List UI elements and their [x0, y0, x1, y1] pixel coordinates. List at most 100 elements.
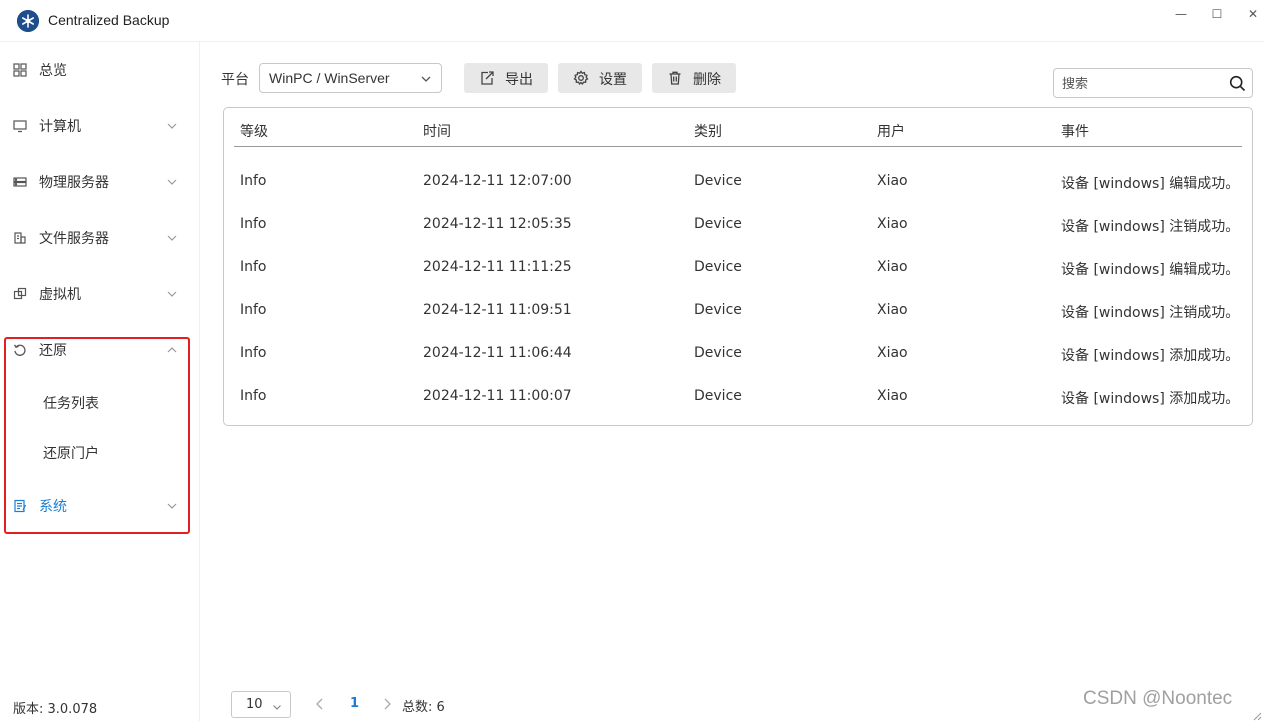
page-size-value: 10	[246, 697, 263, 712]
cell-category: Device	[694, 259, 742, 275]
cell-event: 设备 [windows] 注销成功。	[1061, 305, 1240, 321]
chevron-down-icon	[166, 500, 178, 512]
sidebar-item-label: 总览	[39, 63, 67, 79]
cell-event: 设备 [windows] 编辑成功。	[1061, 176, 1240, 192]
sidebar-item-label: 还原	[39, 343, 67, 359]
title-bar: Centralized Backup — ☐ ✕	[0, 0, 1264, 42]
table-row[interactable]: Info 2024-12-11 12:05:35 Device Xiao 设备 …	[224, 216, 1252, 259]
export-button[interactable]: 导出	[464, 63, 548, 93]
column-header-level[interactable]: 等级	[240, 121, 268, 141]
column-header-time[interactable]: 时间	[423, 121, 451, 141]
gear-icon	[573, 70, 589, 86]
cell-category: Device	[694, 302, 742, 318]
chevron-up-icon	[166, 344, 178, 356]
table-row[interactable]: Info 2024-12-11 11:00:07 Device Xiao 设备 …	[224, 388, 1252, 431]
table-row[interactable]: Info 2024-12-11 12:07:00 Device Xiao 设备 …	[224, 173, 1252, 216]
resize-grip-icon[interactable]	[1252, 709, 1262, 721]
version-label: 版本: 3.0.078	[13, 702, 98, 717]
cell-event: 设备 [windows] 添加成功。	[1061, 348, 1240, 364]
sidebar-item-restore[interactable]: 还原	[0, 330, 200, 370]
cell-category: Device	[694, 388, 742, 404]
sidebar-item-physical-server[interactable]: 物理服务器	[0, 162, 200, 202]
dashboard-icon	[13, 63, 27, 77]
column-header-event[interactable]: 事件	[1061, 121, 1089, 141]
search-input[interactable]	[1062, 74, 1222, 94]
platform-select[interactable]: WinPC / WinServer	[259, 63, 442, 93]
cell-user: Xiao	[877, 388, 908, 404]
system-icon	[13, 499, 27, 513]
column-header-category[interactable]: 类别	[694, 121, 722, 141]
cell-category: Device	[694, 345, 742, 361]
chevron-down-icon	[166, 176, 178, 188]
chevron-down-icon	[166, 288, 178, 300]
column-header-user[interactable]: 用户	[877, 121, 905, 141]
cell-user: Xiao	[877, 216, 908, 232]
sidebar-item-label: 文件服务器	[39, 231, 109, 247]
table-row[interactable]: Info 2024-12-11 11:11:25 Device Xiao 设备 …	[224, 259, 1252, 302]
sidebar-subitem-restore-portal[interactable]: 还原门户	[0, 433, 200, 473]
page-size-select[interactable]: 10	[231, 691, 291, 718]
sidebar-item-virtual-machine[interactable]: 虚拟机	[0, 274, 200, 314]
cell-time: 2024-12-11 11:06:44	[423, 345, 572, 361]
prev-page-icon[interactable]	[314, 697, 326, 711]
sidebar-item-label: 计算机	[39, 119, 81, 135]
sidebar-subitem-label: 任务列表	[43, 396, 99, 412]
sidebar-item-label: 虚拟机	[39, 287, 81, 303]
trash-icon	[667, 70, 683, 86]
sidebar-subitem-label: 还原门户	[43, 446, 99, 462]
header-divider	[234, 146, 1242, 147]
cell-user: Xiao	[877, 345, 908, 361]
sidebar-item-overview[interactable]: 总览	[0, 50, 200, 90]
cell-user: Xiao	[877, 173, 908, 189]
cell-event: 设备 [windows] 添加成功。	[1061, 391, 1240, 407]
cell-time: 2024-12-11 11:09:51	[423, 302, 572, 318]
cell-event: 设备 [windows] 注销成功。	[1061, 219, 1240, 235]
platform-select-value: WinPC / WinServer	[269, 70, 390, 86]
cell-time: 2024-12-11 12:05:35	[423, 216, 572, 232]
server-icon	[13, 175, 27, 189]
delete-button-label: 删除	[693, 72, 721, 88]
chevron-down-icon	[420, 73, 432, 85]
app-title: Centralized Backup	[48, 12, 170, 28]
sidebar: 总览 计算机 物理服务器 文件服务器 虚拟机 还原 任务列表 还原门户 系统 版…	[0, 42, 200, 721]
cell-level: Info	[240, 302, 267, 318]
delete-button[interactable]: 删除	[652, 63, 736, 93]
sidebar-subitem-task-list[interactable]: 任务列表	[0, 383, 200, 423]
cell-user: Xiao	[877, 259, 908, 275]
close-button[interactable]: ✕	[1243, 4, 1263, 24]
monitor-icon	[13, 119, 27, 133]
sidebar-item-system[interactable]: 系统	[0, 486, 200, 526]
sidebar-item-computer[interactable]: 计算机	[0, 106, 200, 146]
search-box[interactable]	[1053, 68, 1253, 98]
sidebar-item-label: 系统	[39, 499, 67, 515]
sidebar-item-file-server[interactable]: 文件服务器	[0, 218, 200, 258]
app-logo-icon	[17, 10, 39, 32]
cell-level: Info	[240, 345, 267, 361]
cell-category: Device	[694, 173, 742, 189]
chevron-down-icon	[272, 700, 282, 710]
page-number-current[interactable]: 1	[350, 696, 359, 711]
cell-category: Device	[694, 216, 742, 232]
cell-time: 2024-12-11 12:07:00	[423, 173, 572, 189]
settings-button-label: 设置	[599, 72, 627, 88]
total-count: 总数: 6	[402, 700, 445, 715]
sidebar-item-label: 物理服务器	[39, 175, 109, 191]
cell-level: Info	[240, 216, 267, 232]
cell-level: Info	[240, 259, 267, 275]
cell-event: 设备 [windows] 编辑成功。	[1061, 262, 1240, 278]
table-row[interactable]: Info 2024-12-11 11:09:51 Device Xiao 设备 …	[224, 302, 1252, 345]
next-page-icon[interactable]	[381, 697, 393, 711]
cell-time: 2024-12-11 11:11:25	[423, 259, 572, 275]
virtual-machine-icon	[13, 287, 27, 301]
cell-level: Info	[240, 388, 267, 404]
settings-button[interactable]: 设置	[558, 63, 642, 93]
watermark: CSDN @Noontec	[1083, 688, 1233, 709]
chevron-down-icon	[166, 232, 178, 244]
search-icon[interactable]	[1229, 75, 1246, 92]
maximize-button[interactable]: ☐	[1207, 4, 1227, 24]
restore-icon	[13, 343, 27, 357]
file-server-icon	[13, 231, 27, 245]
table-row[interactable]: Info 2024-12-11 11:06:44 Device Xiao 设备 …	[224, 345, 1252, 388]
minimize-button[interactable]: —	[1171, 4, 1191, 24]
cell-time: 2024-12-11 11:00:07	[423, 388, 572, 404]
